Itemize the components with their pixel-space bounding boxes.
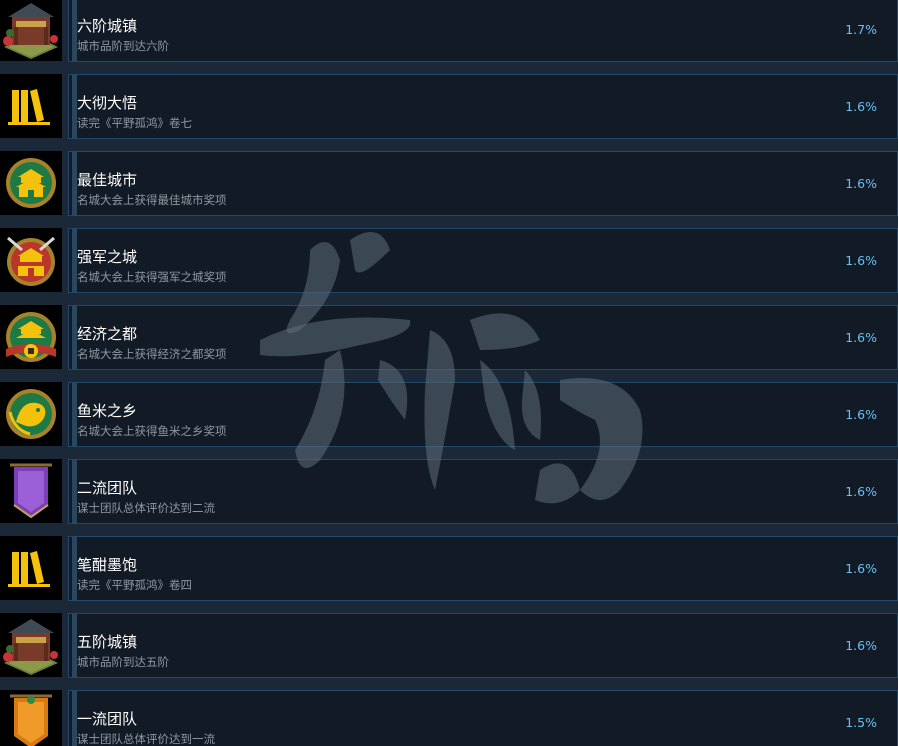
city-medal-coin-icon <box>0 305 62 369</box>
achievement-card: 二流团队 谋士团队总体评价达到二流 1.6% <box>68 459 898 524</box>
achievement-title: 强军之城 <box>77 248 138 266</box>
achievement-title: 鱼米之乡 <box>77 402 138 420</box>
achievement-row[interactable]: 二流团队 谋士团队总体评价达到二流 1.6% <box>0 459 898 524</box>
achievement-card: 五阶城镇 城市品阶到达五阶 1.6% <box>68 613 898 678</box>
achievement-description: 读完《平野孤鸿》卷七 <box>77 116 192 130</box>
achievement-row[interactable]: 大彻大悟 读完《平野孤鸿》卷七 1.6% <box>0 74 898 139</box>
books-icon <box>0 536 62 600</box>
books-icon <box>0 74 62 138</box>
city-medal-green-icon <box>0 151 62 215</box>
pavilion-town-icon <box>0 613 62 677</box>
achievement-title: 二流团队 <box>77 479 138 497</box>
achievement-percent: 1.5% <box>845 715 877 730</box>
achievement-percent: 1.6% <box>845 561 877 576</box>
achievement-row[interactable]: 强军之城 名城大会上获得强军之城奖项 1.6% <box>0 228 898 293</box>
achievement-percent: 1.6% <box>845 253 877 268</box>
achievement-percent: 1.6% <box>845 484 877 499</box>
achievement-row[interactable]: 一流团队 谋士团队总体评价达到一流 1.5% <box>0 690 898 746</box>
achievement-card: 最佳城市 名城大会上获得最佳城市奖项 1.6% <box>68 151 898 216</box>
achievement-title: 六阶城镇 <box>77 17 138 35</box>
achievement-title: 笔酣墨饱 <box>77 556 138 574</box>
achievement-percent: 1.6% <box>845 330 877 345</box>
achievement-description: 谋士团队总体评价达到二流 <box>77 501 215 515</box>
achievement-card: 鱼米之乡 名城大会上获得鱼米之乡奖项 1.6% <box>68 382 898 447</box>
pavilion-town-icon <box>0 0 62 61</box>
achievement-description: 名城大会上获得鱼米之乡奖项 <box>77 424 227 438</box>
achievement-card: 一流团队 谋士团队总体评价达到一流 1.5% <box>68 690 898 746</box>
achievement-list: 六阶城镇 城市品阶到达六阶 1.7% 大彻大悟 读完《平野孤鸿》卷七 1.6% <box>0 0 898 746</box>
achievement-row[interactable]: 笔酣墨饱 读完《平野孤鸿》卷四 1.6% <box>0 536 898 601</box>
achievement-row[interactable]: 经济之都 名城大会上获得经济之都奖项 1.6% <box>0 305 898 370</box>
achievement-percent: 1.6% <box>845 176 877 191</box>
achievement-description: 名城大会上获得经济之都奖项 <box>77 347 227 361</box>
orange-banner-icon <box>0 690 62 746</box>
achievement-row[interactable]: 五阶城镇 城市品阶到达五阶 1.6% <box>0 613 898 678</box>
fish-medal-icon <box>0 382 62 446</box>
achievement-title: 经济之都 <box>77 325 138 343</box>
achievement-description: 名城大会上获得强军之城奖项 <box>77 270 227 284</box>
achievement-description: 读完《平野孤鸿》卷四 <box>77 578 192 592</box>
achievement-description: 城市品阶到达六阶 <box>77 39 169 53</box>
achievement-row[interactable]: 六阶城镇 城市品阶到达六阶 1.7% <box>0 0 898 62</box>
city-medal-red-icon <box>0 228 62 292</box>
achievement-row[interactable]: 最佳城市 名城大会上获得最佳城市奖项 1.6% <box>0 151 898 216</box>
achievement-row[interactable]: 鱼米之乡 名城大会上获得鱼米之乡奖项 1.6% <box>0 382 898 447</box>
achievement-percent: 1.7% <box>845 22 877 37</box>
achievement-percent: 1.6% <box>845 407 877 422</box>
achievement-card: 六阶城镇 城市品阶到达六阶 1.7% <box>68 0 898 62</box>
achievement-percent: 1.6% <box>845 638 877 653</box>
achievement-title: 大彻大悟 <box>77 94 138 112</box>
achievement-card: 笔酣墨饱 读完《平野孤鸿》卷四 1.6% <box>68 536 898 601</box>
achievement-description: 名城大会上获得最佳城市奖项 <box>77 193 227 207</box>
achievement-card: 经济之都 名城大会上获得经济之都奖项 1.6% <box>68 305 898 370</box>
achievement-title: 五阶城镇 <box>77 633 138 651</box>
purple-banner-icon <box>0 459 62 523</box>
achievement-description: 城市品阶到达五阶 <box>77 655 169 669</box>
achievement-title: 一流团队 <box>77 710 138 728</box>
achievement-card: 强军之城 名城大会上获得强军之城奖项 1.6% <box>68 228 898 293</box>
achievement-title: 最佳城市 <box>77 171 138 189</box>
achievement-percent: 1.6% <box>845 99 877 114</box>
achievement-card: 大彻大悟 读完《平野孤鸿》卷七 1.6% <box>68 74 898 139</box>
achievement-description: 谋士团队总体评价达到一流 <box>77 732 215 746</box>
